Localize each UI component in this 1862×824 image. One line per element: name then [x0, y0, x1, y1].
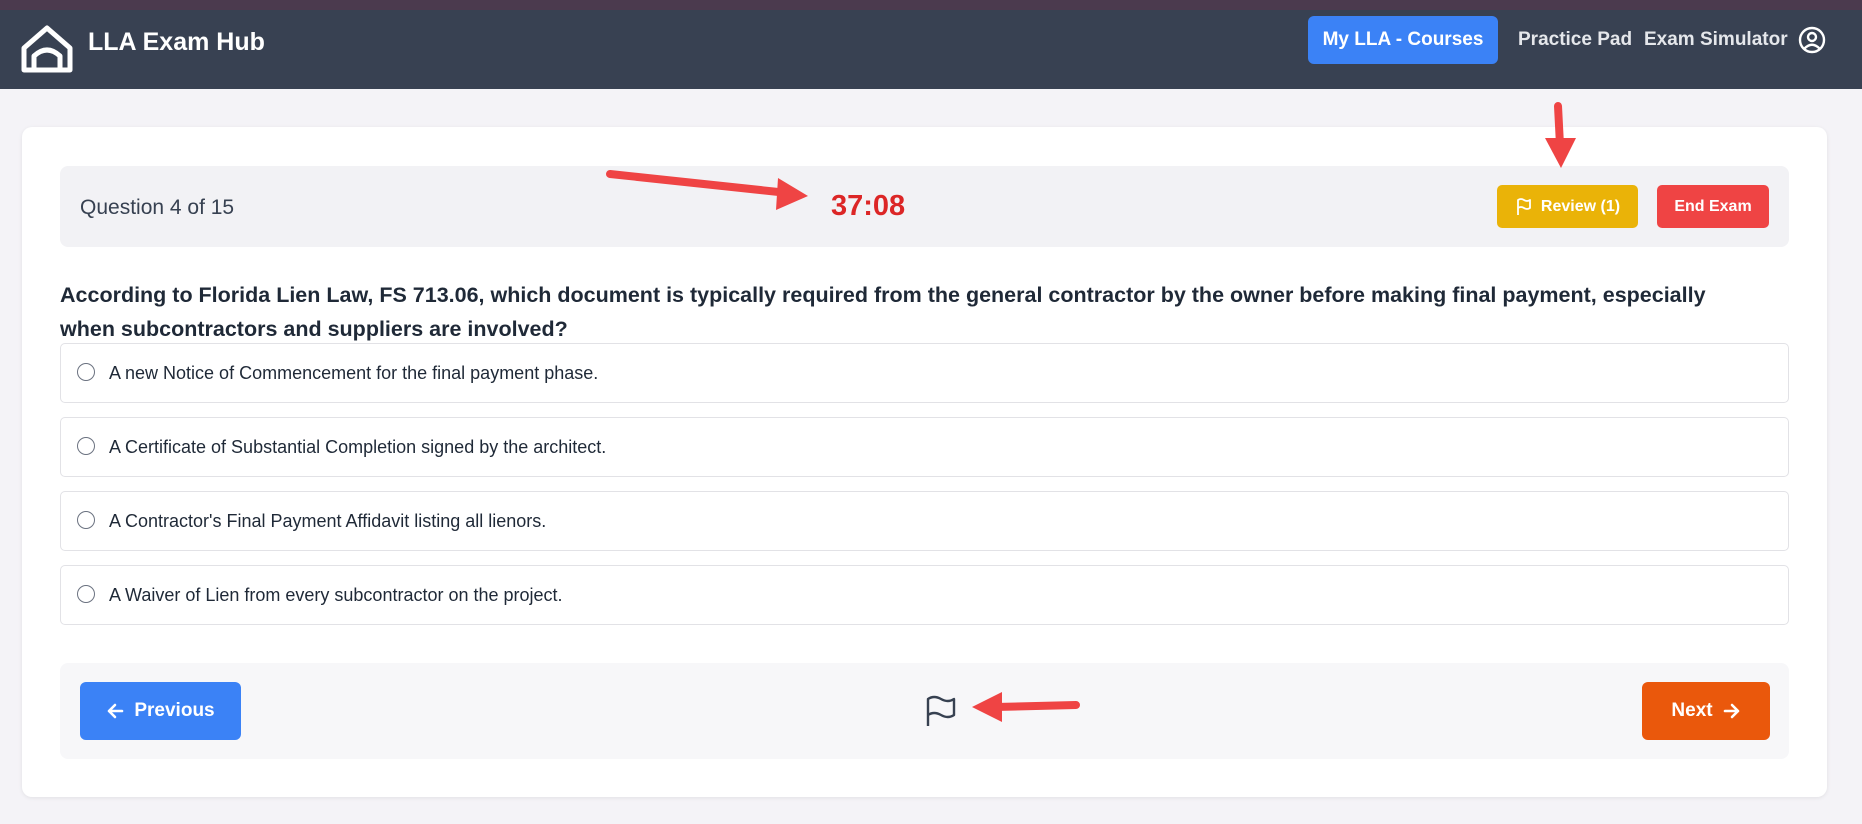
review-button-label: Review (1) — [1540, 197, 1621, 215]
my-lla-courses-button[interactable]: My LLA - Courses — [1308, 16, 1498, 64]
answer-option-label: A new Notice of Commencement for the fin… — [109, 363, 599, 383]
answer-option-label: A Waiver of Lien from every subcontracto… — [109, 585, 563, 605]
answer-option[interactable]: A Waiver of Lien from every subcontracto… — [60, 565, 1789, 625]
user-circle-icon[interactable] — [1798, 26, 1826, 54]
flag-icon[interactable] — [924, 694, 958, 728]
previous-button-label: Previous — [134, 700, 215, 721]
question-counter: Question 4 of 15 — [80, 196, 235, 219]
answer-option[interactable]: A Contractor's Final Payment Affidavit l… — [60, 491, 1789, 551]
review-button[interactable]: Review (1) — [1497, 185, 1638, 228]
radio-button[interactable] — [77, 585, 95, 603]
next-button[interactable]: Next — [1642, 682, 1770, 740]
answer-option-label: A Certificate of Substantial Completion … — [109, 437, 607, 457]
radio-button[interactable] — [77, 363, 95, 381]
flag-icon — [1517, 197, 1531, 215]
answer-option[interactable]: A Certificate of Substantial Completion … — [60, 417, 1789, 477]
next-button-label: Next — [1671, 700, 1713, 721]
question-text: According to Florida Lien Law, FS 713.06… — [60, 283, 1706, 341]
top-strip — [0, 0, 1862, 10]
brand-name[interactable]: LLA Exam Hub — [88, 28, 265, 57]
end-exam-button[interactable]: End Exam — [1657, 185, 1769, 228]
arrow-left-icon — [108, 703, 124, 719]
radio-button[interactable] — [77, 437, 95, 455]
house-logo-icon[interactable] — [20, 24, 74, 74]
arrow-right-icon — [1723, 703, 1739, 719]
exam-simulator-link[interactable]: Exam Simulator — [1644, 29, 1788, 51]
answer-option-label: A Contractor's Final Payment Affidavit l… — [109, 511, 547, 531]
exam-timer: 37:08 — [831, 190, 906, 222]
radio-button[interactable] — [77, 511, 95, 529]
practice-pad-link[interactable]: Practice Pad — [1518, 29, 1632, 51]
answer-option[interactable]: A new Notice of Commencement for the fin… — [60, 343, 1789, 403]
previous-button[interactable]: Previous — [80, 682, 241, 740]
